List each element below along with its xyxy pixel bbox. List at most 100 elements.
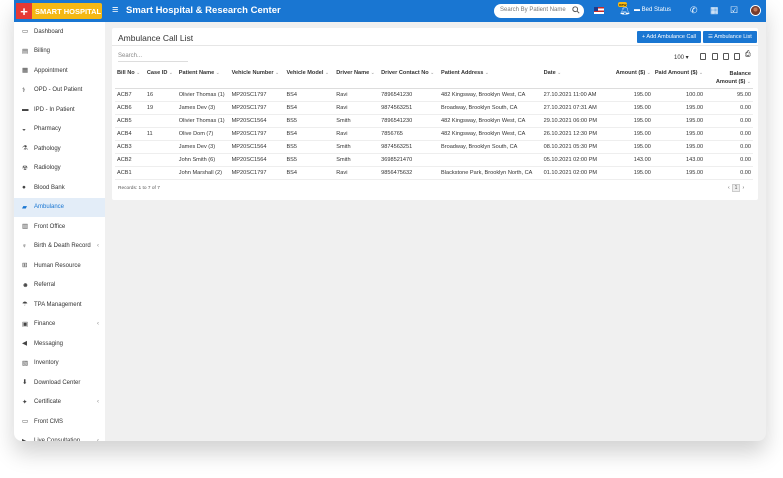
column-header-label: Date: [543, 70, 556, 76]
ambulance-list-button[interactable]: ☰ Ambulance List: [703, 31, 757, 43]
sidebar-item-opd-out-patient[interactable]: ⚕ OPD - Out Patient: [14, 81, 105, 101]
sidebar-item-live-consultation[interactable]: ▶ Live Consultation ‹: [14, 432, 105, 441]
cell-paid-amount: 100.00: [652, 88, 706, 102]
logo[interactable]: + SMART HOSPITAL: [16, 3, 102, 19]
sidebar-item-label: Billing: [34, 48, 51, 55]
prev-page-icon[interactable]: ‹: [728, 185, 730, 191]
column-header-case-id[interactable]: Case ID ⌄: [144, 68, 177, 89]
sidebar-item-label: Blood Bank: [34, 184, 65, 191]
cell-vehicle-model: BS4: [284, 127, 335, 141]
bed-status-link[interactable]: ▬ Bed Status: [634, 7, 671, 13]
cell-vehicle-model: BS5: [284, 140, 335, 154]
task-check-icon[interactable]: ☑: [730, 5, 738, 16]
table-search-input[interactable]: Search...: [118, 53, 188, 62]
table-row[interactable]: ACB6 19 James Dev (3) MP20SC1797 BS4 Ravi 9874…: [115, 101, 753, 115]
add-ambulance-call-button[interactable]: + Add Ambulance Call: [637, 31, 701, 43]
sidebar-item-birth-death-record[interactable]: ♆ Birth & Death Record ‹: [14, 237, 105, 257]
column-header-balance-amount[interactable]: Balance Amount ($) ⌄: [705, 68, 753, 89]
print-icon[interactable]: ⎙: [745, 51, 751, 58]
column-header-driver-contact-no[interactable]: Driver Contact No ⌄: [379, 68, 439, 89]
search-icon[interactable]: [572, 6, 580, 14]
cell-patient-name: John Smith (6): [176, 153, 230, 167]
next-page-icon[interactable]: ›: [742, 185, 744, 191]
sidebar-item-messaging[interactable]: ◀ Messaging: [14, 334, 105, 354]
sidebar-item-billing[interactable]: ▤ Billing: [14, 42, 105, 62]
menu-toggle-icon[interactable]: ≡: [112, 4, 118, 16]
table-row[interactable]: ACB3 James Dev (3) MP20SC1564 BS5 Smith 98745…: [115, 140, 753, 154]
column-header-amount[interactable]: Amount ($) ⌄: [610, 68, 653, 89]
sidebar-item-front-office[interactable]: ▥ Front Office: [14, 217, 105, 237]
column-header-driver-name[interactable]: Driver Name ⌄: [334, 68, 380, 89]
sidebar-item-ipd-in-patient[interactable]: ▬ IPD - In Patient: [14, 100, 105, 120]
sidebar-item-appointment[interactable]: ▦ Appointment: [14, 61, 105, 81]
cell-patient-address: Broadway, Brooklyn South, CA: [438, 101, 542, 115]
whatsapp-icon[interactable]: ✆: [690, 5, 698, 16]
column-header-bill-no[interactable]: Bill No ⌄: [115, 68, 145, 89]
notification-badge: new: [618, 2, 628, 7]
cell-patient-address: 482 Kingsway, Brooklyn West, CA: [438, 88, 542, 102]
excel-icon[interactable]: [712, 53, 718, 60]
ambulance-call-panel: Ambulance Call List + Add Ambulance Call…: [112, 28, 758, 200]
user-avatar[interactable]: [750, 5, 761, 16]
sidebar-item-label: Human Resource: [34, 262, 81, 269]
column-header-date[interactable]: Date ⌄: [541, 68, 611, 89]
ambulance-call-table: Bill No ⌄ Case ID ⌄ Patient Name ⌄ Vehicle …: [115, 68, 753, 180]
patient-search-input[interactable]: Search By Patient Name: [494, 4, 584, 18]
column-header-patient-address[interactable]: Patient Address ⌄: [438, 68, 542, 89]
stethoscope-icon: ⚕: [22, 86, 26, 94]
cell-balance-amount: 0.00: [705, 166, 753, 180]
copy-icon[interactable]: [700, 53, 706, 60]
sidebar-item-ambulance[interactable]: ▰ Ambulance: [14, 197, 105, 217]
column-header-label: Amount ($): [615, 70, 646, 76]
sidebar-item-download-center[interactable]: ⬇ Download Center: [14, 373, 105, 393]
cell-vehicle-number: MP20SC1797: [229, 127, 285, 141]
column-header-patient-name[interactable]: Patient Name ⌄: [176, 68, 230, 89]
column-header-paid-amount[interactable]: Paid Amount ($) ⌄: [652, 68, 706, 89]
cell-patient-address: 482 Kingsway, Brooklyn West, CA: [438, 114, 542, 128]
download-icon: ⬇: [22, 379, 28, 387]
sidebar-item-finance[interactable]: ▣ Finance ‹: [14, 315, 105, 335]
cell-patient-name: Olive Dom (7): [176, 127, 230, 141]
sidebar-item-referral[interactable]: ☻ Referral: [14, 276, 105, 296]
sidebar: ▭ Dashboard ▤ Billing ▦ Appointment ⚕ OPD - Out…: [14, 22, 105, 441]
table-row[interactable]: ACB1 John Marshall (2) MP20SC1797 BS4 Ravi 98…: [115, 166, 753, 180]
sidebar-item-inventory[interactable]: ▧ Inventory: [14, 354, 105, 374]
sidebar-item-label: Messaging: [34, 340, 64, 347]
table-row[interactable]: ACB2 John Smith (6) MP20SC1564 BS5 Smith 3698…: [115, 153, 753, 167]
cell-patient-name: James Dev (3): [176, 101, 230, 115]
bullhorn-icon: ◀: [22, 340, 27, 348]
sidebar-item-pathology[interactable]: ⚗ Pathology: [14, 139, 105, 159]
column-header-vehicle-model[interactable]: Vehicle Model ⌄: [284, 68, 335, 89]
mortar-icon: ◒: [22, 125, 26, 133]
cell-driver-contact-no: 7856765: [379, 127, 439, 141]
page-size-select[interactable]: 100 ▾: [674, 54, 689, 61]
column-header-vehicle-number[interactable]: Vehicle Number ⌄: [229, 68, 285, 89]
cell-date: 08.10.2021 05:30 PM: [541, 140, 611, 154]
sidebar-item-dashboard[interactable]: ▭ Dashboard: [14, 22, 105, 42]
calendar-icon[interactable]: ▦: [710, 5, 719, 16]
cell-vehicle-number: MP20SC1797: [229, 166, 285, 180]
cell-paid-amount: 143.00: [652, 153, 706, 167]
sidebar-item-label: Live Consultation: [34, 438, 80, 441]
sidebar-item-blood-bank[interactable]: ● Blood Bank: [14, 178, 105, 198]
cell-date: 01.10.2021 02:00 PM: [541, 166, 611, 180]
cell-vehicle-number: MP20SC1564: [229, 153, 285, 167]
sidebar-item-certificate[interactable]: ✦ Certificate ‹: [14, 393, 105, 413]
sidebar-item-human-resource[interactable]: ⊞ Human Resource: [14, 256, 105, 276]
column-header-label: Patient Name: [178, 70, 215, 76]
sidebar-item-pharmacy[interactable]: ◒ Pharmacy: [14, 120, 105, 140]
records-info: Records: 1 to 7 of 7: [118, 186, 160, 191]
table-row[interactable]: ACB7 16 Olivier Thomas (1) MP20SC1797 BS4 Rav…: [115, 88, 753, 102]
table-row[interactable]: ACB4 11 Olive Dom (7) MP20SC1797 BS4 Ravi 7856…: [115, 127, 753, 141]
us-flag-icon[interactable]: [594, 7, 604, 14]
pdf-icon[interactable]: [734, 53, 740, 60]
csv-icon[interactable]: [723, 53, 729, 60]
sidebar-item-front-cms[interactable]: ▭ Front CMS: [14, 412, 105, 432]
sidebar-item-radiology[interactable]: ☢ Radiology: [14, 159, 105, 179]
cell-bill-no: ACB1: [115, 166, 145, 180]
sort-icon: ⌄: [645, 70, 651, 76]
current-page-button[interactable]: 1: [731, 184, 741, 192]
birthday-icon: ♆: [22, 242, 27, 250]
table-row[interactable]: ACB5 Olivier Thomas (1) MP20SC1564 BS5 Smith…: [115, 114, 753, 128]
sidebar-item-tpa-management[interactable]: ☂ TPA Management: [14, 295, 105, 315]
